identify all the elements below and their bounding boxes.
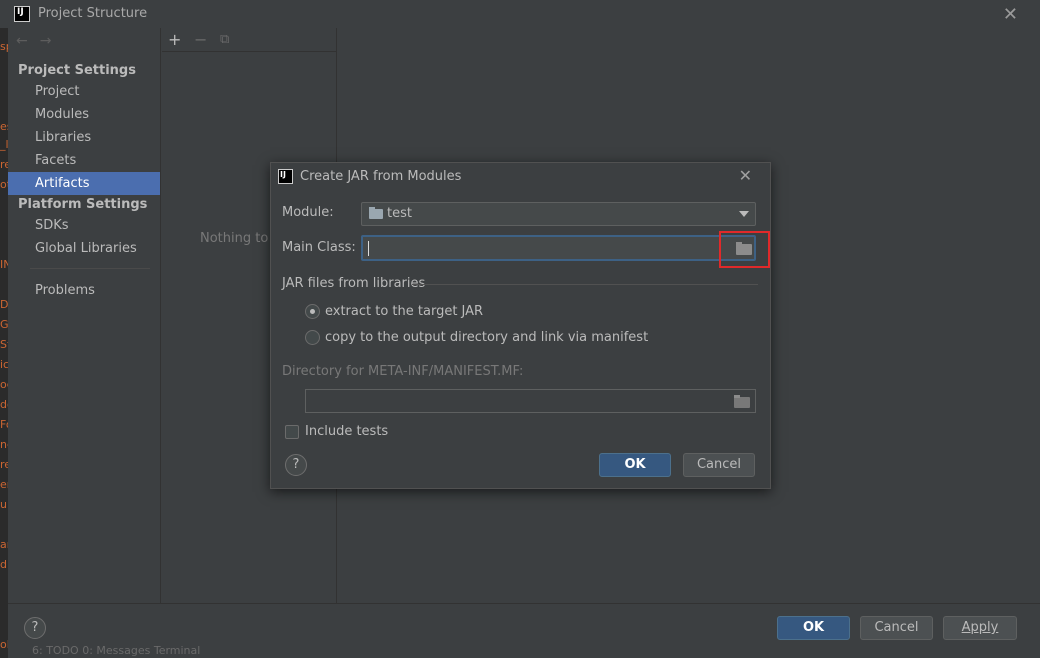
radio-extract-label[interactable]: extract to the target JAR [325,304,483,319]
background-ide-text: IN [0,258,8,271]
background-tool-tabs: 6: TODO 0: Messages Terminal [32,644,201,657]
module-folder-icon [369,207,383,219]
main-class-input[interactable] [361,235,756,261]
dialog-help-button[interactable]: ? [285,454,307,476]
background-ide-text: d [0,558,7,571]
radio-copy[interactable] [305,330,320,345]
text-caret [368,241,369,256]
intellij-logo-icon [14,6,30,22]
include-tests-label[interactable]: Include tests [305,424,388,439]
background-ide-text: re [0,158,8,171]
background-ide-text: ol [0,638,8,651]
background-ide-text: ne [0,438,8,451]
create-jar-dialog: Create JAR from Modules ✕ Module: test M… [270,162,771,489]
sidebar-item-project[interactable]: Project [8,80,160,103]
close-icon[interactable]: ✕ [1003,4,1018,25]
module-dropdown[interactable]: test [361,202,756,226]
remove-icon[interactable]: − [194,30,207,49]
cancel-button[interactable]: Cancel [860,616,933,640]
background-ide-text: oc [0,378,8,391]
nav-arrows: ← → [16,33,63,49]
copy-icon[interactable]: ⧉ [220,32,229,47]
main-class-label: Main Class: [282,240,356,255]
settings-sidebar: ← → Project Settings Project Modules Libr… [8,28,161,603]
background-ide-text: eri [0,478,8,491]
background-ide-text: ot [0,178,8,191]
background-ide-text: Ga [0,318,8,331]
background-ide-text: sp [0,40,8,53]
background-ide-text: es [0,120,8,133]
section-project-settings: Project Settings [18,63,136,78]
include-tests-checkbox[interactable] [285,425,299,439]
ok-button[interactable]: OK [777,616,850,640]
apply-button-label: Apply [961,620,999,635]
background-ide-text: Da [0,298,8,311]
manifest-dir-label: Directory for META-INF/MANIFEST.MF: [282,364,524,379]
apply-button[interactable]: Apply [943,616,1017,640]
background-ide-text: _l [0,138,8,151]
window-title: Project Structure [38,6,148,21]
bottom-button-bar: ? OK Cancel Apply 6: TODO 0: Messages Te… [8,603,1040,658]
dialog-ok-button[interactable]: OK [599,453,671,477]
project-structure-window: Project Structure ✕ sp es _lre ot IN Da Ga St ic… [0,0,1040,658]
back-arrow-icon[interactable]: ← [16,33,28,49]
background-ide-text: do [0,398,8,411]
add-icon[interactable]: + [168,30,181,49]
chevron-down-icon [739,211,749,217]
sidebar-item-modules[interactable]: Modules [8,103,160,126]
module-value: test [387,206,412,221]
artifacts-toolbar: + − ⧉ [162,28,337,52]
browse-manifest-folder-icon[interactable] [734,395,750,408]
forward-arrow-icon[interactable]: → [40,33,52,49]
background-ide-strip: sp es _lre ot IN Da Ga St ic oc do Fo ne re eri up ar d ol [0,28,8,658]
sidebar-item-facets[interactable]: Facets [8,149,160,172]
sidebar-divider [30,268,150,269]
sidebar-item-artifacts[interactable]: Artifacts [8,172,160,195]
sidebar-item-libraries[interactable]: Libraries [8,126,160,149]
sidebar-item-global-libraries[interactable]: Global Libraries [8,237,160,260]
group-divider [412,284,758,285]
dialog-title: Create JAR from Modules [300,169,462,184]
dialog-close-icon[interactable]: ✕ [739,166,752,185]
background-ide-text: re [0,458,8,471]
radio-copy-label[interactable]: copy to the output directory and link vi… [325,330,648,345]
module-label: Module: [282,205,334,220]
background-ide-text: Fo [0,418,8,431]
sidebar-item-problems[interactable]: Problems [8,279,160,302]
dialog-cancel-button[interactable]: Cancel [683,453,755,477]
manifest-dir-input[interactable] [305,389,756,413]
background-ide-text: St [0,338,8,351]
empty-list-text: Nothing to s [200,231,280,246]
background-ide-text: ic [0,358,8,371]
intellij-logo-icon [278,169,293,184]
jar-group-label: JAR files from libraries [282,276,426,291]
background-ide-text: up [0,498,8,511]
highlight-annotation-box [719,231,770,268]
help-button[interactable]: ? [24,617,46,639]
radio-extract[interactable] [305,304,320,319]
title-bar: Project Structure ✕ [0,0,1040,28]
sidebar-item-sdks[interactable]: SDKs [8,214,160,237]
background-ide-text: ar [0,538,8,551]
section-platform-settings: Platform Settings [18,197,148,212]
